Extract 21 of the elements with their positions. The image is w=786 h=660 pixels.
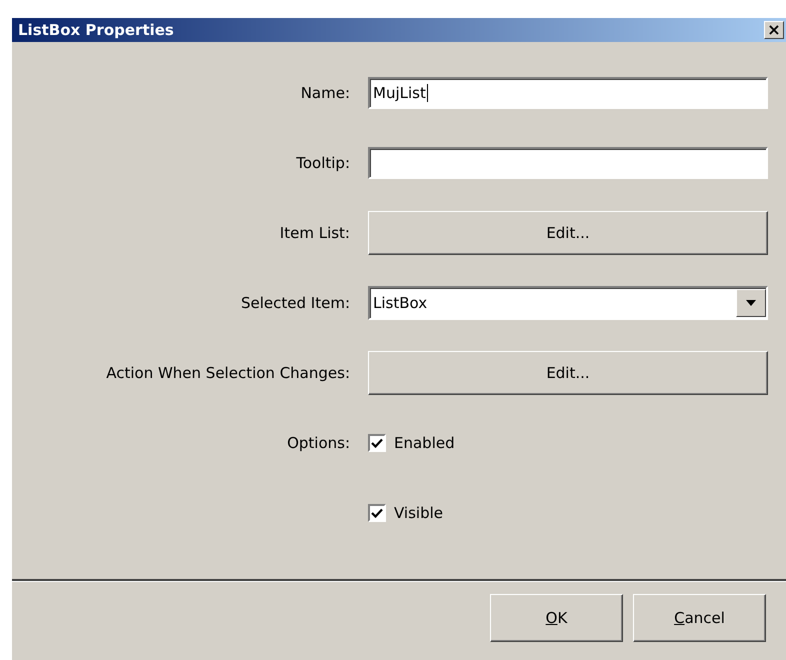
checkbox[interactable]: Enabled xyxy=(368,434,768,452)
text-cursor xyxy=(426,84,428,102)
field-label: Selected Item: xyxy=(240,294,350,312)
window-title: ListBox Properties xyxy=(18,21,174,39)
checkmark-icon xyxy=(371,438,383,448)
checkmark-icon xyxy=(371,508,383,518)
text-field[interactable] xyxy=(368,147,768,179)
checkbox[interactable]: Visible xyxy=(368,504,768,522)
edit-button[interactable]: Edit... xyxy=(368,211,768,255)
ok-button[interactable]: OK xyxy=(490,594,623,642)
field-label: Options: xyxy=(286,434,350,452)
field-label: Tooltip: xyxy=(295,154,350,172)
dropdown-field[interactable]: ListBox xyxy=(368,286,768,320)
dropdown-arrow-icon xyxy=(746,300,756,306)
field-label: Item List: xyxy=(278,224,350,242)
cancel-button[interactable]: Cancel xyxy=(633,594,766,642)
close-button[interactable]: × xyxy=(764,21,784,39)
text-field[interactable]: MujList xyxy=(368,77,768,109)
field-label: Name: xyxy=(300,84,350,102)
field-label: Action When Selection Changes: xyxy=(105,364,350,382)
edit-button[interactable]: Edit... xyxy=(368,351,768,395)
